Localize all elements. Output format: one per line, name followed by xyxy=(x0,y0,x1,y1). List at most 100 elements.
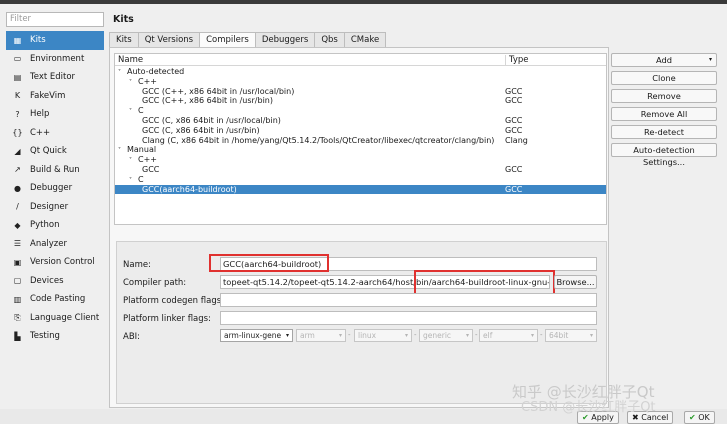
tree-row[interactable]: ˅ Manual xyxy=(115,145,606,155)
sidebar-item-fakevim[interactable]: K FakeVim xyxy=(6,87,104,106)
tree-row[interactable]: GCC (C, x86 64bit in /usr/bin) GCC xyxy=(115,126,606,136)
tree-row-type: GCC xyxy=(505,184,523,194)
tab-kits[interactable]: Kits xyxy=(109,32,139,47)
sidebar-item-devices[interactable]: ▢ Devices xyxy=(6,272,104,291)
sidebar-item-kits[interactable]: ▦ Kits xyxy=(6,31,104,50)
sidebar-item-label: Build & Run xyxy=(30,164,80,175)
sidebar-item-help[interactable]: ? Help xyxy=(6,105,104,124)
chevron-down-icon: ▾ xyxy=(589,332,593,339)
qt-quick-icon: ◢ xyxy=(14,146,21,156)
compiler-tree[interactable]: Name Type ˅ Auto-detected ˅ C++ GCC (C++, x8… xyxy=(114,53,607,225)
sidebar-item-testing[interactable]: ▙ Testing xyxy=(6,327,104,346)
sidebar-item-version-control[interactable]: ▣ Version Control xyxy=(6,253,104,272)
tab-qt-versions[interactable]: Qt Versions xyxy=(137,32,201,47)
tree-row[interactable]: GCC GCC xyxy=(115,165,606,175)
tree-row-type: GCC xyxy=(505,86,523,96)
abi-separator: - xyxy=(540,331,543,339)
codegen-flags-field[interactable] xyxy=(220,293,597,307)
sidebar-item-c[interactable]: {} C++ xyxy=(6,124,104,143)
tree-row[interactable]: GCC (C, x86 64bit in /usr/local/bin) GCC xyxy=(115,116,606,126)
remove-button[interactable]: Remove xyxy=(611,89,717,103)
sidebar-item-environment[interactable]: ▭ Environment xyxy=(6,50,104,69)
redetect-button[interactable]: Re-detect xyxy=(611,125,717,139)
tree-row[interactable]: ˅ C xyxy=(115,175,606,185)
column-header-name[interactable]: Name xyxy=(118,55,143,65)
browse-button[interactable]: Browse... xyxy=(554,275,597,289)
tree-row[interactable]: GCC (C++, x86 64bit in /usr/local/bin) GC… xyxy=(115,87,606,97)
sidebar-item-label: Python xyxy=(30,220,60,231)
kits-icon: ▦ xyxy=(13,35,22,45)
sidebar-item-analyzer[interactable]: ☰ Analyzer xyxy=(6,235,104,254)
abi-arch-select: arm ▾ xyxy=(296,329,346,342)
tree-row-name: GCC (C, x86 64bit in /usr/local/bin) xyxy=(142,116,281,126)
designer-icon: / xyxy=(16,202,19,212)
clone-button[interactable]: Clone xyxy=(611,71,717,85)
ok-button[interactable]: ✔ OK xyxy=(684,411,715,424)
tab-qbs[interactable]: Qbs xyxy=(314,32,345,47)
analyzer-icon: ☰ xyxy=(13,239,22,249)
sidebar-item-label: FakeVim xyxy=(30,90,66,101)
tree-row-name: GCC (C, x86 64bit in /usr/bin) xyxy=(142,126,260,136)
column-header-type[interactable]: Type xyxy=(505,55,529,65)
window-top-border xyxy=(0,0,727,4)
abi-width-value: 64bit xyxy=(549,331,569,340)
tree-row-label: GCC(aarch64-buildroot) xyxy=(142,184,237,194)
tree-row-name: GCC(aarch64-buildroot) xyxy=(142,185,237,195)
tree-row-label: GCC xyxy=(142,164,160,174)
abi-os-select: linux ▾ xyxy=(354,329,412,342)
watermark-csdn: CSDN @长沙红胖子Qt xyxy=(521,400,656,415)
environment-icon: ▭ xyxy=(13,54,22,64)
tree-row-type: GCC xyxy=(505,115,523,125)
tree-row[interactable]: ˅ C++ xyxy=(115,155,606,165)
cpp-icon: {} xyxy=(12,128,23,138)
sidebar-item-qt-quick[interactable]: ◢ Qt Quick xyxy=(6,142,104,161)
tab-bar: Kits Qt Versions Compilers Debuggers Qbs CMak… xyxy=(109,32,387,48)
tree-row-label: C xyxy=(138,106,144,116)
tree-row-label: C xyxy=(138,174,144,184)
sidebar-item-label: Code Pasting xyxy=(30,294,86,305)
tab-compilers[interactable]: Compilers xyxy=(199,32,256,48)
sidebar-item-language-client[interactable]: ⎘ Language Client xyxy=(6,309,104,328)
tab-cmake[interactable]: CMake xyxy=(343,32,387,47)
sidebar-item-code-pasting[interactable]: ▥ Code Pasting xyxy=(6,290,104,309)
sidebar-item-label: Environment xyxy=(30,53,85,64)
tree-row-label: Manual xyxy=(127,145,157,155)
sidebar: ▦ Kits ▭ Environment ▤ Text Editor K FakeVim? He… xyxy=(6,31,104,346)
sidebar-item-debugger[interactable]: ● Debugger xyxy=(6,179,104,198)
abi-width-select: 64bit ▾ xyxy=(545,329,597,342)
sidebar-item-python[interactable]: ◆ Python xyxy=(6,216,104,235)
abi-flavor-select: generic ▾ xyxy=(419,329,473,342)
tree-row[interactable]: ˅ C xyxy=(115,106,606,116)
abi-os-value: linux xyxy=(358,331,377,340)
sidebar-item-text-editor[interactable]: ▤ Text Editor xyxy=(6,68,104,87)
version-control-icon: ▣ xyxy=(13,257,22,267)
tree-row-name: GCC (C++, x86 64bit in /usr/local/bin) xyxy=(142,87,294,97)
remove-all-button[interactable]: Remove All xyxy=(611,107,717,121)
abi-format-value: elf xyxy=(483,331,493,340)
tab-debuggers[interactable]: Debuggers xyxy=(254,32,316,47)
chevron-down-icon: ▾ xyxy=(465,332,469,339)
abi-format-select: elf ▾ xyxy=(479,329,538,342)
auto-detection-settings-button[interactable]: Auto-detection Settings... xyxy=(611,143,717,167)
linker-flags-field[interactable] xyxy=(220,311,597,325)
sidebar-item-label: Qt Quick xyxy=(30,146,67,157)
abi-select[interactable]: arm-linux-gene ▾ xyxy=(220,329,293,342)
sidebar-item-label: Language Client xyxy=(30,312,100,323)
tree-row-label: Auto-detected xyxy=(127,67,185,76)
sidebar-item-designer[interactable]: / Designer xyxy=(6,198,104,217)
code-pasting-icon: ▥ xyxy=(13,294,22,304)
abi-separator: - xyxy=(348,331,351,339)
tree-row[interactable]: GCC(aarch64-buildroot) GCC xyxy=(115,184,606,195)
tree-row[interactable]: ˅ C++ xyxy=(115,77,606,87)
tree-row[interactable]: GCC (C++, x86 64bit in /usr/bin) GCC xyxy=(115,96,606,106)
tree-row-label: C++ xyxy=(138,155,157,165)
tree-row-type: GCC xyxy=(505,96,523,106)
sidebar-item-build-run[interactable]: ↗ Build & Run xyxy=(6,161,104,180)
filter-input[interactable]: Filter xyxy=(6,12,104,27)
tree-row[interactable]: ˅ Auto-detected xyxy=(115,67,606,77)
sidebar-item-label: Designer xyxy=(30,201,69,212)
add-button[interactable]: Add ▾ xyxy=(611,53,717,67)
tree-row-name: GCC xyxy=(142,165,159,175)
tree-row[interactable]: Clang (C, x86 64bit in /home/yang/Qt5.14… xyxy=(115,136,606,146)
highlight-box-path xyxy=(414,270,555,295)
